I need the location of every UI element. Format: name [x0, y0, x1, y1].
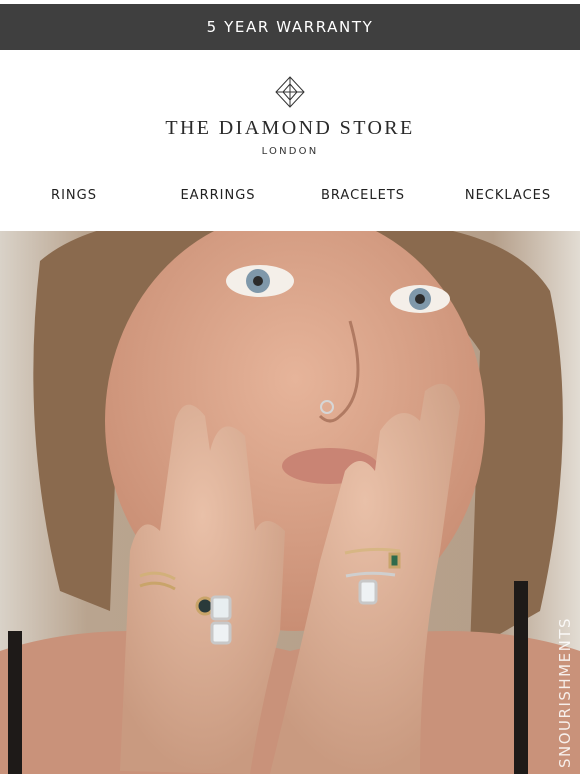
- warranty-banner-text: 5 YEAR WARRANTY: [206, 18, 374, 36]
- category-nav: RINGS EARRINGS BRACELETS NECKLACES: [0, 188, 580, 208]
- nav-item-earrings[interactable]: EARRINGS: [148, 188, 288, 203]
- brand-name: THE DIAMOND STORE: [165, 117, 415, 139]
- brand-header[interactable]: THE DIAMOND STORE LONDON: [0, 76, 580, 157]
- hero-image[interactable]: SNOURISHMENTS: [0, 231, 580, 774]
- nav-item-bracelets[interactable]: BRACELETS: [293, 188, 433, 203]
- brand-location: LONDON: [261, 146, 319, 157]
- hero-overlay-text: SNOURISHMENTS: [556, 617, 574, 768]
- hero-photo: [0, 231, 580, 774]
- diamond-icon: [275, 76, 305, 108]
- nav-item-rings[interactable]: RINGS: [4, 188, 144, 203]
- warranty-banner[interactable]: 5 YEAR WARRANTY: [0, 4, 580, 50]
- nav-item-necklaces[interactable]: NECKLACES: [438, 188, 578, 203]
